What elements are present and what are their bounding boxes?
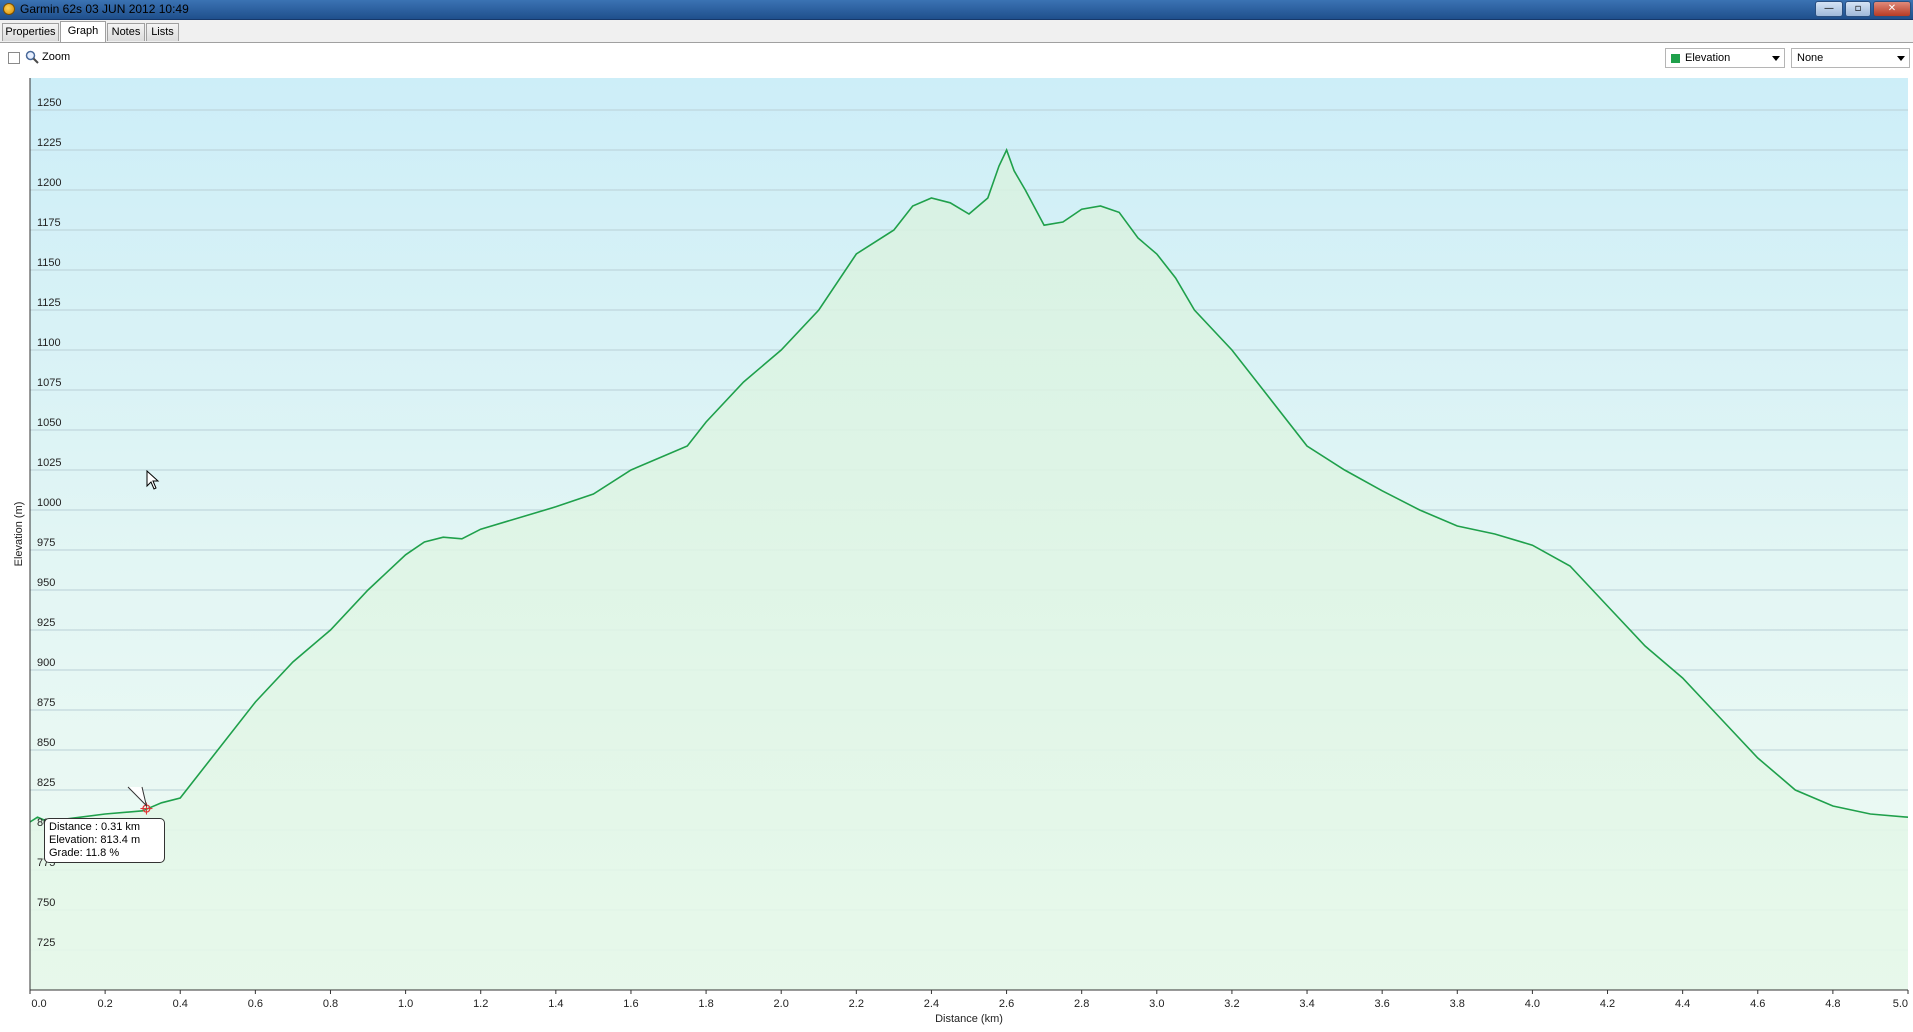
y-tick-label: 750 <box>37 897 55 909</box>
elevation-color-swatch <box>1671 54 1680 63</box>
zoom-checkbox[interactable] <box>8 52 20 64</box>
secondary-series-dropdown[interactable]: None <box>1791 48 1910 68</box>
x-tick-label: 3.2 <box>1224 998 1239 1010</box>
y-axis-title: Elevation (m) <box>13 502 25 567</box>
x-tick-label: 1.6 <box>623 998 638 1010</box>
primary-series-dropdown[interactable]: Elevation <box>1665 48 1785 68</box>
y-tick-label: 1025 <box>37 457 61 469</box>
x-tick-label: 3.6 <box>1375 998 1390 1010</box>
garmin-app-icon <box>3 3 15 15</box>
y-tick-label: 1050 <box>37 417 61 429</box>
tab-properties[interactable]: Properties <box>2 23 59 41</box>
y-tick-label: 1225 <box>37 137 61 149</box>
tab-notes[interactable]: Notes <box>107 23 145 41</box>
x-tick-label: 2.0 <box>774 998 789 1010</box>
x-tick-label: 1.2 <box>473 998 488 1010</box>
x-tick-label: 0.0 <box>31 998 46 1010</box>
app-window: Garmin 62s 03 JUN 2012 10:49 — ▫ ✕ Prope… <box>0 0 1913 1032</box>
y-tick-label: 1125 <box>37 297 61 309</box>
y-tick-label: 1200 <box>37 177 61 189</box>
x-tick-label: 1.0 <box>398 998 413 1010</box>
x-tick-label: 3.0 <box>1149 998 1164 1010</box>
graph-toolbar: Zoom Elevation None <box>0 43 1913 75</box>
tab-bar: Properties Graph Notes Lists <box>0 20 1913 43</box>
chevron-down-icon <box>1772 56 1780 61</box>
tooltip-distance: Distance : 0.31 km <box>49 821 141 833</box>
y-tick-label: 975 <box>37 537 55 549</box>
x-tick-label: 1.8 <box>698 998 713 1010</box>
secondary-series-value: None <box>1797 52 1824 64</box>
x-tick-label: 4.6 <box>1750 998 1765 1010</box>
chart-canvas[interactable]: 7257507758008258508759009259509751000102… <box>0 75 1913 1032</box>
mouse-cursor-icon <box>146 470 160 490</box>
tooltip-elevation: Elevation: 813.4 m <box>49 834 141 846</box>
tooltip-grade: Grade: 11.8 % <box>49 847 120 859</box>
elevation-chart[interactable]: 7257507758008258508759009259509751000102… <box>0 75 1913 1032</box>
close-button[interactable]: ✕ <box>1873 1 1911 17</box>
x-tick-label: 0.6 <box>248 998 263 1010</box>
x-tick-label: 2.4 <box>924 998 939 1010</box>
y-tick-label: 900 <box>37 657 55 669</box>
y-tick-label: 1150 <box>37 257 61 269</box>
x-tick-label: 4.0 <box>1525 998 1540 1010</box>
x-tick-label: 4.2 <box>1600 998 1615 1010</box>
x-tick-label: 4.8 <box>1825 998 1840 1010</box>
magnifier-icon <box>25 50 39 64</box>
y-tick-label: 1250 <box>37 97 61 109</box>
hover-tooltip: Distance : 0.31 km Elevation: 813.4 m Gr… <box>44 818 165 863</box>
chevron-down-icon <box>1897 56 1905 61</box>
x-tick-label: 3.8 <box>1450 998 1465 1010</box>
x-tick-label: 5.0 <box>1893 998 1908 1010</box>
x-tick-label: 0.8 <box>323 998 338 1010</box>
y-tick-label: 825 <box>37 777 55 789</box>
x-tick-label: 2.6 <box>999 998 1014 1010</box>
x-axis-title: Distance (km) <box>935 1013 1003 1025</box>
x-axis-ticks: 0.0 0.2 0.4 0.6 0.8 1.0 1.2 1.4 1.6 1.8 2.0 2.2 2.4 2… <box>29 990 1909 1010</box>
x-tick-label: 0.2 <box>97 998 112 1010</box>
primary-series-value: Elevation <box>1685 52 1731 64</box>
y-tick-label: 1075 <box>37 377 61 389</box>
y-tick-label: 1100 <box>37 337 61 349</box>
tab-graph[interactable]: Graph <box>60 21 106 42</box>
x-tick-label: 3.4 <box>1299 998 1314 1010</box>
y-tick-label: 925 <box>37 617 55 629</box>
tab-lists[interactable]: Lists <box>146 23 179 41</box>
x-tick-label: 0.4 <box>173 998 188 1010</box>
y-tick-label: 725 <box>37 937 55 949</box>
x-tick-label: 2.2 <box>849 998 864 1010</box>
y-tick-label: 875 <box>37 697 55 709</box>
x-tick-label: 2.8 <box>1074 998 1089 1010</box>
y-tick-label: 850 <box>37 737 55 749</box>
x-tick-label: 4.4 <box>1675 998 1690 1010</box>
title-bar[interactable]: Garmin 62s 03 JUN 2012 10:49 — ▫ ✕ <box>0 0 1913 20</box>
window-title: Garmin 62s 03 JUN 2012 10:49 <box>20 2 189 16</box>
minimize-button[interactable]: — <box>1815 1 1843 17</box>
restore-button[interactable]: ▫ <box>1845 1 1871 17</box>
y-tick-label: 1000 <box>37 497 61 509</box>
y-tick-label: 950 <box>37 577 55 589</box>
y-tick-label: 1175 <box>37 217 61 229</box>
x-tick-label: 1.4 <box>548 998 563 1010</box>
zoom-label: Zoom <box>42 51 71 63</box>
